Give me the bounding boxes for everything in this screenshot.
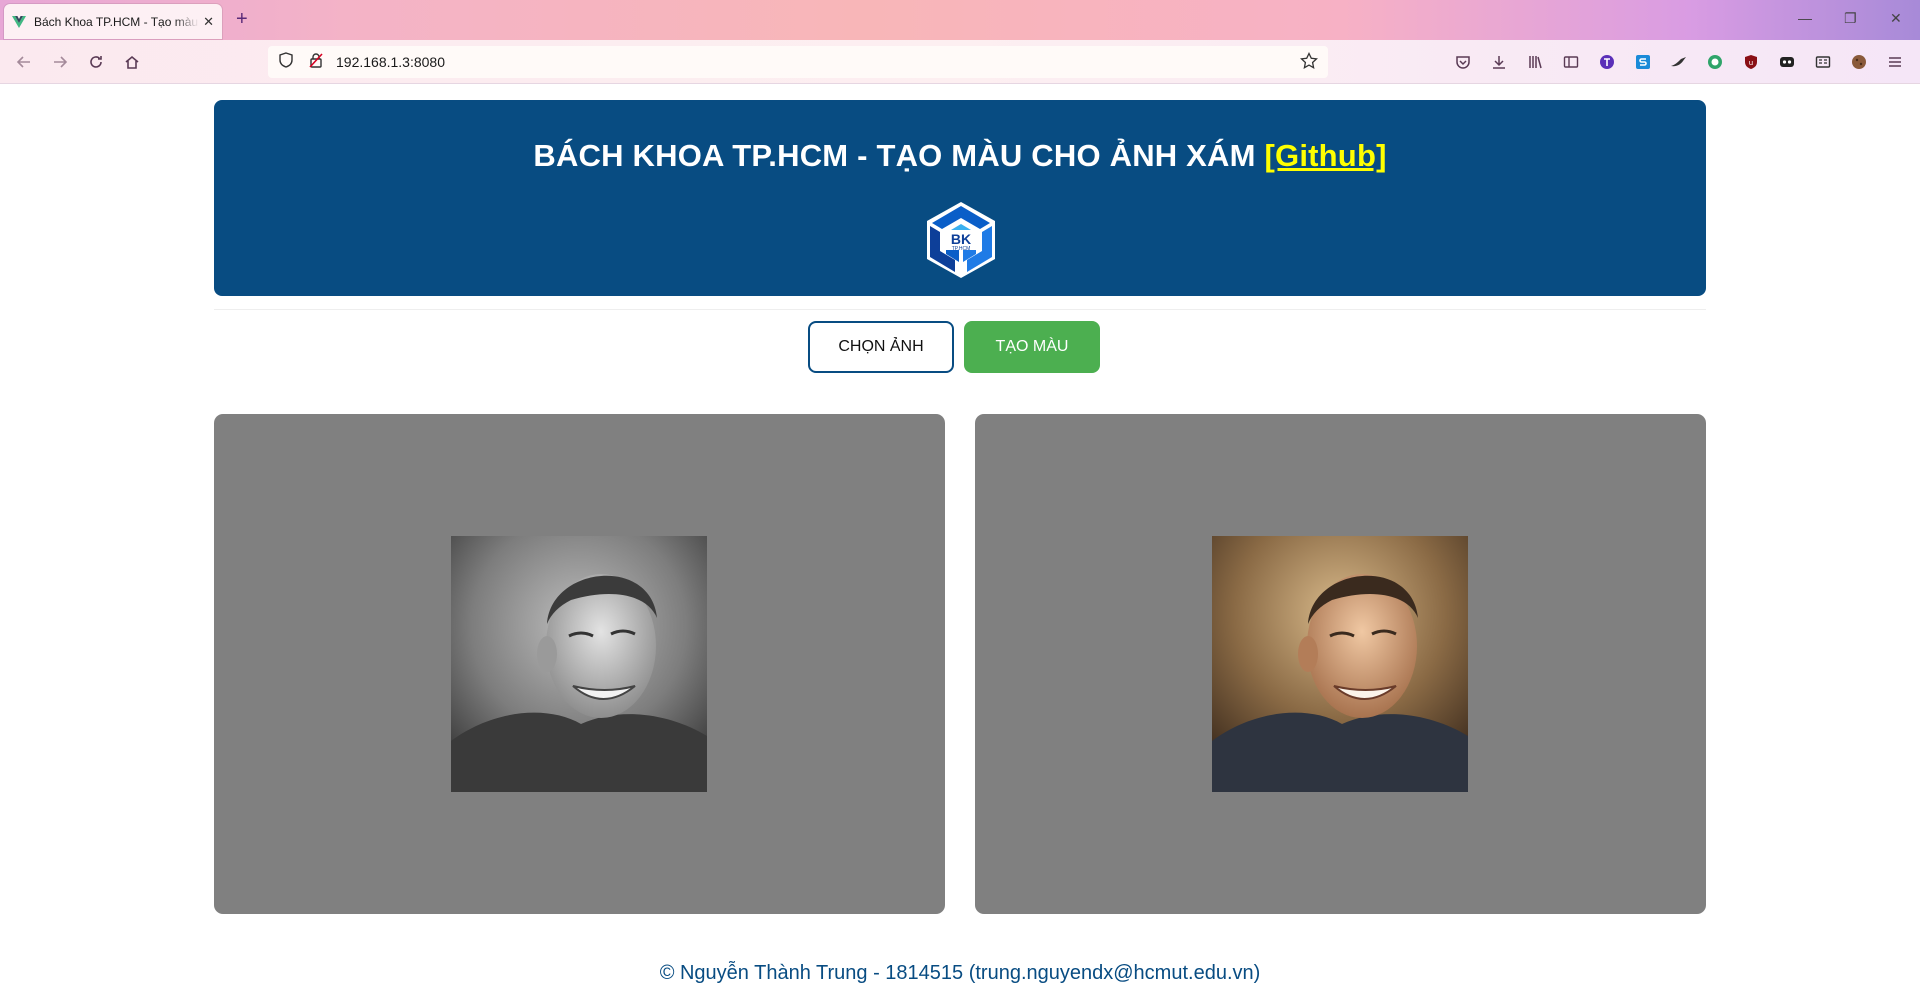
ublock-icon[interactable]: u [1741, 52, 1761, 72]
download-icon[interactable] [1489, 52, 1509, 72]
cookie-icon[interactable] [1849, 52, 1869, 72]
restore-button[interactable]: ❐ [1844, 10, 1857, 27]
input-image-panel [214, 414, 945, 914]
output-image-panel [975, 414, 1706, 914]
insecure-lock-icon[interactable] [308, 52, 324, 73]
page-title: BÁCH KHOA TP.HCM - TẠO MÀU CHO ẢNH XÁM [… [214, 138, 1706, 174]
star-icon[interactable] [1300, 51, 1318, 75]
github-link[interactable]: [Github] [1265, 138, 1387, 173]
menu-icon[interactable] [1885, 52, 1905, 72]
back-icon[interactable] [14, 52, 34, 72]
bk-logo-text: BK [951, 231, 971, 247]
grayscale-photo [451, 536, 707, 792]
page-title-text: BÁCH KHOA TP.HCM - TẠO MÀU CHO ẢNH XÁM [533, 138, 1256, 173]
sidebar-icon[interactable] [1561, 52, 1581, 72]
extension-mask-icon[interactable] [1777, 52, 1797, 72]
extension-circle-icon[interactable] [1705, 52, 1725, 72]
bk-logo-subtext: TP.HCM [952, 246, 971, 252]
pocket-icon[interactable] [1453, 52, 1473, 72]
address-bar[interactable]: 192.168.1.3:8080 [268, 46, 1328, 78]
url-text: 192.168.1.3:8080 [336, 54, 445, 70]
extension-s-icon[interactable] [1633, 52, 1653, 72]
forward-icon[interactable] [50, 52, 70, 72]
extension-bird-icon[interactable] [1669, 52, 1689, 72]
colorized-photo [1212, 536, 1468, 792]
close-window-button[interactable]: ✕ [1890, 10, 1902, 27]
header-divider [214, 309, 1706, 310]
vue-favicon-icon [12, 15, 26, 29]
library-icon[interactable] [1525, 52, 1545, 72]
extension-t-icon[interactable] [1597, 52, 1617, 72]
reader-icon[interactable] [1813, 52, 1833, 72]
shield-icon[interactable] [278, 51, 294, 73]
home-icon[interactable] [122, 52, 142, 72]
page-footer: © Nguyễn Thành Trung - 1814515 (trung.ng… [659, 962, 1261, 984]
reload-icon[interactable] [86, 52, 106, 72]
minimize-button[interactable]: — [1798, 10, 1812, 26]
browser-tab-active[interactable]: Bách Khoa TP.HCM - Tạo màu cho ảnh xám ✕ [4, 4, 222, 39]
browser-tab-bar: Bách Khoa TP.HCM - Tạo màu cho ảnh xám ✕… [0, 0, 1920, 40]
tab-title: Bách Khoa TP.HCM - Tạo màu cho ảnh xám [34, 14, 199, 29]
page-header: BÁCH KHOA TP.HCM - TẠO MÀU CHO ẢNH XÁM [… [214, 100, 1706, 296]
svg-text:u: u [1749, 59, 1753, 67]
tab-close-icon[interactable]: ✕ [203, 14, 214, 30]
page-content: BÁCH KHOA TP.HCM - TẠO MÀU CHO ẢNH XÁM [… [0, 84, 1920, 1002]
browser-toolbar: 192.168.1.3:8080 u [0, 40, 1920, 84]
bk-logo-icon: BK TP.HCM [927, 202, 995, 278]
choose-image-button[interactable]: CHỌN ẢNH [808, 321, 954, 373]
new-tab-button[interactable]: + [236, 9, 248, 29]
colorize-button[interactable]: TẠO MÀU [964, 321, 1100, 373]
bk-logo: BK TP.HCM [922, 200, 1000, 280]
